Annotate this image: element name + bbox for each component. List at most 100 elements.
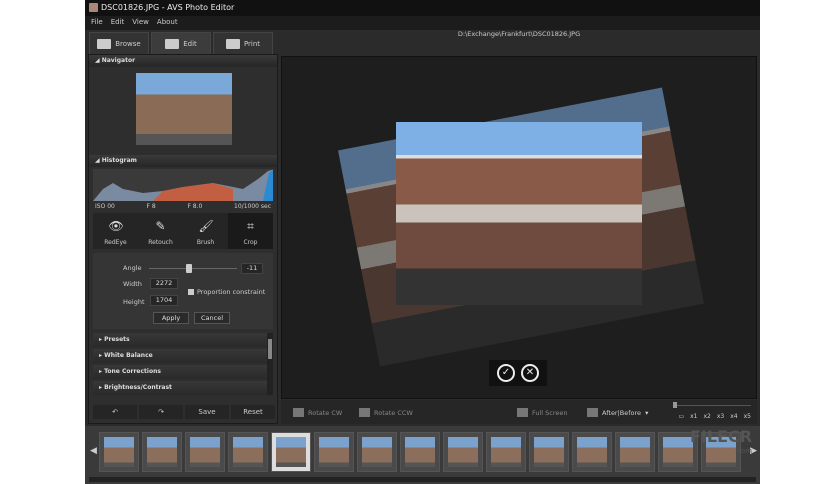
rotate-ccw-icon <box>359 408 370 417</box>
edit-icon <box>165 38 180 49</box>
crop-settings: Angle -11 Width 2272 Proportion constrai… <box>93 253 273 329</box>
reset-button[interactable]: Reset <box>231 405 275 419</box>
width-field[interactable]: 2272 <box>150 278 178 289</box>
full-screen-label: Full Screen <box>532 408 568 417</box>
rotate-ccw-button[interactable]: Rotate CCW <box>359 408 413 417</box>
tool-brush[interactable]: 🖌 Brush <box>183 213 228 249</box>
folder-icon <box>97 38 112 49</box>
navigator-header[interactable]: ◢ Navigator <box>89 55 277 67</box>
tab-edit[interactable]: Edit <box>151 32 211 54</box>
menu-file[interactable]: File <box>91 18 103 26</box>
filmstrip-thumbnail[interactable] <box>228 432 268 472</box>
sections-scrollbar[interactable] <box>267 333 273 395</box>
height-field[interactable]: 1704 <box>150 295 178 306</box>
section-tone-corrections[interactable]: ▸ Tone Corrections <box>93 365 269 379</box>
iso: ISO 00 <box>95 203 115 210</box>
cancel-button[interactable]: Cancel <box>194 312 230 324</box>
thumbnail-image <box>147 437 177 467</box>
height-label: Height <box>123 298 145 306</box>
filmstrip-thumbnail[interactable] <box>142 432 182 472</box>
bottom-actions: ↶ ↷ Save Reset <box>93 405 275 419</box>
histogram-header[interactable]: ◢ Histogram <box>89 155 277 167</box>
menu-view[interactable]: View <box>132 18 149 26</box>
tab-label: Print <box>243 39 261 48</box>
scroll-left-icon[interactable]: ◀ <box>90 446 97 456</box>
tab-label: Edit <box>183 39 197 48</box>
navigator <box>89 67 277 155</box>
thumbnail-image <box>362 437 392 467</box>
undo-button[interactable]: ↶ <box>93 405 137 419</box>
after-before-dropdown[interactable]: After|Before ▾ <box>587 408 648 417</box>
thumbnail-image <box>190 437 220 467</box>
tool-label: RedEye <box>104 239 127 246</box>
tab-print[interactable]: Print <box>213 32 273 54</box>
check-icon[interactable]: ✓ <box>497 364 515 382</box>
mode-tabs: Browse Edit Print <box>89 32 273 54</box>
proportion-checkbox[interactable] <box>188 289 194 295</box>
filmstrip-thumbnail[interactable] <box>486 432 526 472</box>
zoom-x2[interactable]: x2 <box>704 413 711 420</box>
close-icon[interactable]: ✕ <box>521 364 539 382</box>
scrollbar-thumb[interactable] <box>268 339 272 359</box>
zoom-slider-thumb[interactable] <box>673 402 677 408</box>
filmstrip-thumbnail[interactable] <box>572 432 612 472</box>
menu-bar: File Edit View About <box>85 16 760 30</box>
rotate-ccw-label: Rotate CCW <box>374 408 413 417</box>
zoom-x3[interactable]: x3 <box>717 413 724 420</box>
filmstrip-scrollbar[interactable] <box>89 477 756 482</box>
histogram-graph <box>93 169 273 201</box>
filmstrip-thumbnail[interactable] <box>271 432 311 472</box>
filmstrip-thumbnail[interactable] <box>400 432 440 472</box>
eye-icon: 👁 <box>108 219 124 233</box>
tool-redeye[interactable]: 👁 RedEye <box>93 213 138 249</box>
width-label: Width <box>123 280 142 288</box>
filmstrip-thumbnail[interactable] <box>357 432 397 472</box>
f-stop: F 8 <box>146 203 156 210</box>
zoom-x5[interactable]: x5 <box>744 413 751 420</box>
title-bar: DSC01826.JPG - AVS Photo Editor <box>85 0 760 16</box>
filmstrip-thumbnail[interactable] <box>99 432 139 472</box>
section-presets[interactable]: ▸ Presets <box>93 333 269 347</box>
thumbnail-image <box>104 437 134 467</box>
filmstrip-thumbnail[interactable] <box>185 432 225 472</box>
zoom-x4[interactable]: x4 <box>730 413 737 420</box>
tool-crop[interactable]: ⌗ Crop <box>228 213 273 249</box>
crop-icon: ⌗ <box>247 219 254 233</box>
zoom-x1[interactable]: x1 <box>690 413 697 420</box>
section-label: Tone Corrections <box>104 368 161 375</box>
thumbnail-image <box>663 437 693 467</box>
menu-about[interactable]: About <box>157 18 178 26</box>
full-screen-button[interactable]: Full Screen <box>517 408 568 417</box>
zoom-slider[interactable] <box>673 402 751 408</box>
tool-bar: 👁 RedEye ✎ Retouch 🖌 Brush ⌗ Crop <box>93 213 273 249</box>
filmstrip-thumbnail[interactable] <box>529 432 569 472</box>
redo-button[interactable]: ↷ <box>139 405 183 419</box>
section-brightness-contrast[interactable]: ▸ Brightness/Contrast <box>93 381 269 395</box>
tool-label: Retouch <box>148 239 173 246</box>
apply-button[interactable]: Apply <box>153 312 189 324</box>
tool-retouch[interactable]: ✎ Retouch <box>138 213 183 249</box>
rotate-cw-label: Rotate CW <box>308 408 343 417</box>
angle-slider[interactable] <box>149 264 237 273</box>
retouch-icon: ✎ <box>155 219 166 233</box>
filmstrip-thumbnail[interactable] <box>615 432 655 472</box>
thumbnail-image <box>448 437 478 467</box>
compare-icon <box>587 408 598 417</box>
tab-browse[interactable]: Browse <box>89 32 149 54</box>
crop-area[interactable] <box>396 122 642 305</box>
navigator-preview[interactable] <box>136 73 232 145</box>
save-button[interactable]: Save <box>185 405 229 419</box>
rotate-cw-button[interactable]: Rotate CW <box>293 408 342 417</box>
watermark-logo: FILECR .com <box>690 427 753 456</box>
chevron-down-icon: ▾ <box>645 408 649 417</box>
tab-label: Browse <box>115 39 141 48</box>
image-canvas[interactable]: ✓ ✕ <box>281 56 757 399</box>
angle-slider-thumb[interactable] <box>185 264 192 273</box>
filmstrip: ◀ ▶ <box>85 426 760 484</box>
menu-edit[interactable]: Edit <box>111 18 125 26</box>
fit-icon[interactable]: ▭ <box>678 413 684 420</box>
section-white-balance[interactable]: ▸ White Balance <box>93 349 269 363</box>
filmstrip-thumbnail[interactable] <box>314 432 354 472</box>
angle-field[interactable]: -11 <box>241 263 263 274</box>
filmstrip-thumbnail[interactable] <box>443 432 483 472</box>
